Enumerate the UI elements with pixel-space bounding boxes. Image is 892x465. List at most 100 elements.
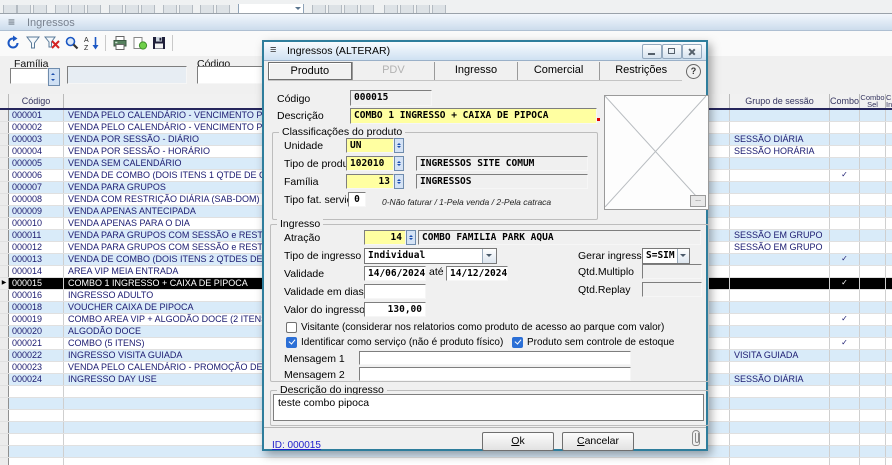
descricao-field[interactable]: COMBO 1 INGRESSO + CAIXA DE PIPOCA <box>350 108 597 124</box>
mensagem1-field[interactable] <box>359 351 631 365</box>
cell-combo <box>830 206 860 217</box>
minimize-button[interactable] <box>642 44 662 59</box>
cell-grupo-sessao <box>730 314 830 325</box>
clipped-toolbar-icon[interactable] <box>87 5 101 14</box>
atracao-lookup-button[interactable] <box>406 230 416 245</box>
ok-button[interactable]: Ok <box>482 432 554 451</box>
validade-ate-field[interactable]: 14/12/2024 <box>446 266 508 281</box>
familia-filter-input[interactable] <box>10 68 48 84</box>
tab-pdv[interactable]: PDV <box>352 62 435 80</box>
atracao-field[interactable]: 14 <box>364 230 406 245</box>
close-button[interactable] <box>682 44 702 59</box>
cell-combo <box>830 122 860 133</box>
tab-ingresso[interactable]: Ingresso <box>434 62 517 80</box>
tipo-fat-field[interactable]: 0 <box>348 192 366 207</box>
print-preview-icon[interactable] <box>132 35 148 51</box>
cancel-button[interactable]: Cancelar <box>562 432 634 451</box>
clipped-parent-toolbar <box>0 0 892 14</box>
dialog-titlebar[interactable]: ≡ Ingressos (ALTERAR) <box>264 42 706 61</box>
clipped-toolbar-icon[interactable] <box>216 5 230 14</box>
atracao-label: Atração <box>284 232 320 244</box>
maximize-button[interactable] <box>662 44 682 59</box>
cell-codigo <box>9 386 64 397</box>
clipped-toolbar-icon[interactable] <box>360 5 374 14</box>
cell-codigo <box>9 422 64 433</box>
refresh-icon[interactable] <box>5 35 21 51</box>
cell-grupo-sessao <box>730 170 830 181</box>
clipped-toolbar-icon[interactable] <box>125 5 139 14</box>
clipped-toolbar-icon[interactable] <box>312 5 326 14</box>
cell-grupo-sessao <box>730 158 830 169</box>
cell-combo <box>830 110 860 121</box>
dialog-menu-icon[interactable]: ≡ <box>270 44 276 56</box>
clipped-combobox[interactable] <box>238 4 304 14</box>
mensagem2-field[interactable] <box>359 367 631 381</box>
cell-codigo: 000009 <box>9 206 64 217</box>
menu-icon[interactable]: ≡ <box>8 15 15 29</box>
clipped-toolbar-icon[interactable] <box>33 5 47 14</box>
descricao-ingresso-textarea[interactable]: teste combo pipoca <box>273 394 704 421</box>
tipo-produto-field[interactable]: 102010 <box>346 156 394 171</box>
familia-lookup-button[interactable] <box>394 174 404 189</box>
product-image-placeholder[interactable]: ... <box>604 95 709 210</box>
sort-asc-icon[interactable]: AZ <box>84 35 100 51</box>
header-grupo-sessao[interactable]: Grupo de sessão <box>730 94 830 108</box>
tab-restricoes[interactable]: Restrições <box>599 62 682 80</box>
table-row-empty[interactable] <box>0 458 892 465</box>
paperclip-icon[interactable] <box>692 430 700 446</box>
clear-filter-icon[interactable] <box>44 35 60 51</box>
filter-icon[interactable] <box>25 35 41 51</box>
tab-comercial[interactable]: Comercial <box>517 62 600 80</box>
image-browse-button[interactable]: ... <box>690 195 706 207</box>
validade-dias-label: Validade em dias <box>284 286 364 298</box>
window-title: Ingressos <box>27 17 75 29</box>
dialog-title: Ingressos (ALTERAR) <box>287 45 390 57</box>
cell-combo-sel <box>860 146 886 157</box>
id-link[interactable]: ID: 000015 <box>272 440 321 451</box>
print-icon[interactable] <box>112 35 128 51</box>
row-selector-stub <box>0 242 9 253</box>
search-icon[interactable] <box>64 35 80 51</box>
chevron-down-icon[interactable] <box>482 249 496 263</box>
familia-spinner[interactable] <box>48 68 60 86</box>
unidade-lookup-button[interactable] <box>394 138 404 153</box>
clipped-toolbar-icon[interactable] <box>432 5 446 14</box>
clipped-toolbar-icon[interactable] <box>3 5 17 14</box>
cell-partial <box>886 458 892 465</box>
clipped-toolbar-icon[interactable] <box>71 5 85 14</box>
save-icon[interactable] <box>151 35 167 51</box>
cell-codigo: 000016 <box>9 290 64 301</box>
header-codigo[interactable]: Código <box>9 94 64 108</box>
estoque-checkbox[interactable] <box>512 337 523 348</box>
clipped-toolbar-icon[interactable] <box>416 5 430 14</box>
validade-de-field[interactable]: 14/06/2024 <box>364 266 426 281</box>
cell-partial <box>886 434 892 445</box>
row-selector-stub <box>0 182 9 193</box>
unidade-field[interactable]: UN <box>346 138 394 153</box>
valor-ingresso-field[interactable]: 130,00 <box>364 302 426 317</box>
tipo-ingresso-select[interactable]: Individual <box>364 248 497 264</box>
clipped-toolbar-icon[interactable] <box>179 5 193 14</box>
clipped-toolbar-icon[interactable] <box>200 5 214 14</box>
clipped-toolbar-icon[interactable] <box>344 5 358 14</box>
familia-field[interactable]: 13 <box>346 174 394 189</box>
tab-produto[interactable]: Produto <box>268 62 352 80</box>
clipped-toolbar-icon[interactable] <box>384 5 398 14</box>
cell-partial <box>886 374 892 385</box>
clipped-toolbar-icon[interactable] <box>141 5 155 14</box>
clipped-toolbar-icon[interactable] <box>328 5 342 14</box>
clipped-toolbar-icon[interactable] <box>55 5 69 14</box>
header-combo[interactable]: Combo <box>830 94 860 108</box>
visitante-checkbox[interactable] <box>286 322 297 333</box>
chevron-down-icon[interactable] <box>677 249 689 263</box>
gerar-ingresso-select[interactable]: S=SIM <box>642 248 690 264</box>
help-button[interactable]: ? <box>686 64 701 79</box>
clipped-toolbar-icon[interactable] <box>17 5 31 14</box>
servico-checkbox[interactable] <box>286 337 297 348</box>
tipo-produto-lookup-button[interactable] <box>394 156 404 171</box>
clipped-toolbar-icon[interactable] <box>109 5 123 14</box>
validade-dias-field[interactable] <box>364 284 426 299</box>
header-combo-sel[interactable]: Combo Sel <box>860 94 886 108</box>
clipped-toolbar-icon[interactable] <box>400 5 414 14</box>
clipped-toolbar-icon[interactable] <box>163 5 177 14</box>
